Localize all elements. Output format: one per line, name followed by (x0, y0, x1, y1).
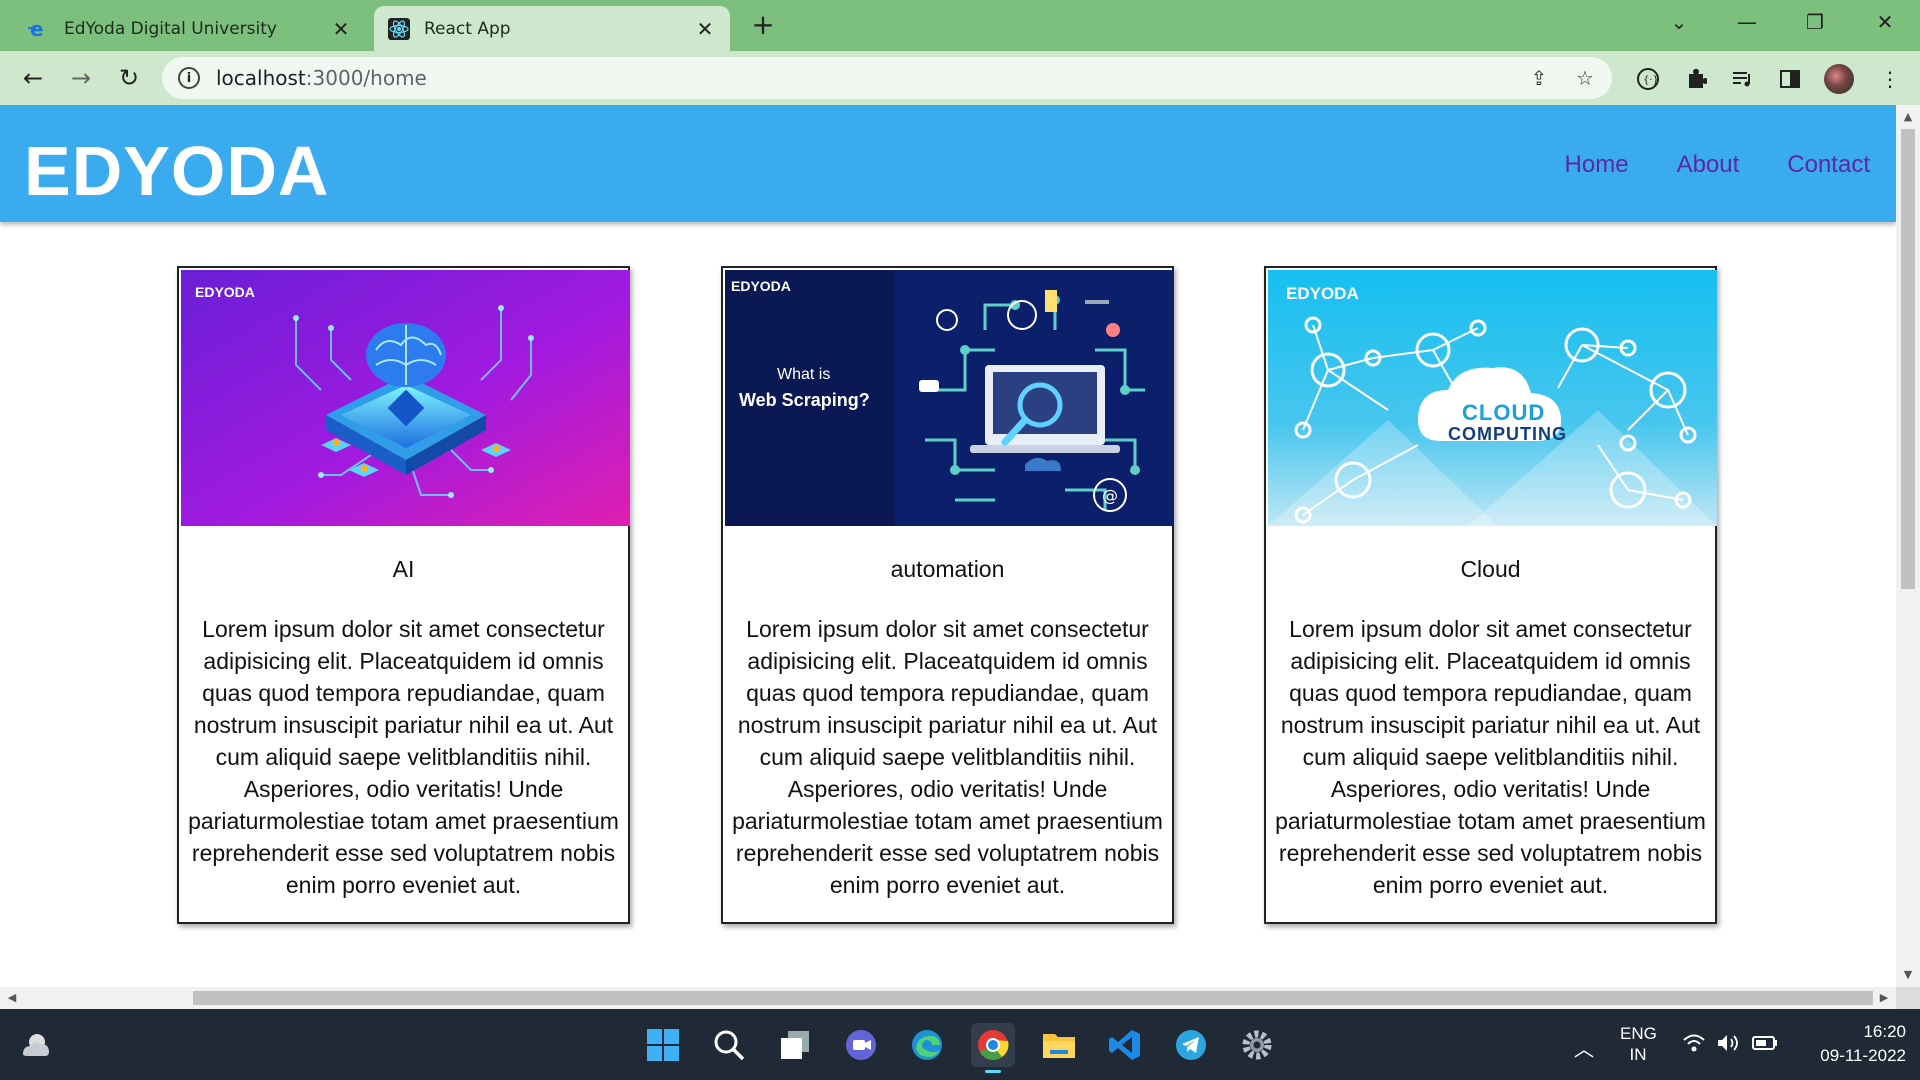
wifi-icon[interactable] (1682, 1033, 1706, 1058)
web-scraping-laptop-illustration-icon: @ EDYODA What is Web Scraping? (725, 270, 1174, 526)
react-favicon-icon (388, 17, 410, 40)
battery-icon[interactable] (1752, 1035, 1778, 1056)
restore-button[interactable]: ❐ (1792, 6, 1838, 38)
search-icon[interactable] (707, 1023, 751, 1067)
profile-avatar[interactable] (1824, 64, 1854, 94)
svg-text:{·}: {·} (1643, 75, 1659, 86)
scroll-right-arrow-icon[interactable]: ▶ (1874, 987, 1894, 1009)
card-title: Cloud (1460, 556, 1521, 582)
vertical-scroll-thumb[interactable] (1901, 129, 1915, 589)
card-image-brand-tag: EDYODA (731, 278, 791, 294)
card-image-brand-tag: EDYODA (195, 284, 255, 300)
url-path: :3000/home (305, 66, 427, 90)
start-icon[interactable] (641, 1023, 685, 1067)
tab-react-app[interactable]: React App ✕ (374, 6, 730, 51)
close-window-button[interactable]: ✕ (1862, 6, 1908, 38)
back-arrow-icon[interactable]: ← (16, 61, 50, 95)
vscode-icon[interactable] (1103, 1023, 1147, 1067)
cloud-network-illustration-icon: EDYODA CLOUD COMPUTING (1268, 270, 1717, 526)
more-menu-icon[interactable]: ⋮ (1876, 65, 1904, 93)
puzzle-extensions-icon[interactable] (1682, 65, 1710, 93)
new-tab-button[interactable]: + (748, 10, 778, 40)
close-tab-icon[interactable]: ✕ (330, 17, 352, 41)
card-image-caption-line1: What is (777, 366, 831, 383)
chrome-icon[interactable] (971, 1023, 1015, 1073)
tab-edyoda[interactable]: e EdYoda Digital University ✕ (14, 6, 366, 51)
scroll-left-arrow-icon[interactable]: ◀ (2, 987, 22, 1009)
browser-toolbar: ← → ↻ i localhost:3000/home ⇪ ☆ {·} ⋮ (0, 51, 1920, 105)
telegram-icon[interactable] (1169, 1023, 1213, 1067)
nav-link-about[interactable]: About (1677, 151, 1740, 179)
close-tab-icon[interactable]: ✕ (694, 17, 716, 41)
card-image-caption-line2: Web Scraping? (739, 390, 870, 410)
card-image-caption-line2: COMPUTING (1448, 424, 1567, 444)
site-nav: Home About Contact (1565, 151, 1870, 179)
file-explorer-icon[interactable] (1037, 1023, 1081, 1067)
system-clock[interactable]: 16:20 09-11-2022 (1796, 1020, 1906, 1068)
nav-link-home[interactable]: Home (1565, 151, 1629, 179)
clock-time: 16:20 (1863, 1022, 1906, 1041)
forward-arrow-icon[interactable]: → (64, 61, 98, 95)
volume-icon[interactable] (1716, 1033, 1740, 1058)
input-language-indicator[interactable]: ENG IN (1620, 1023, 1657, 1065)
card-image-caption-line1: CLOUD (1462, 400, 1546, 425)
share-icon[interactable]: ⇪ (1526, 65, 1552, 91)
vertical-scrollbar[interactable]: ▲ ▼ (1896, 105, 1920, 987)
windows-taskbar: ︿ ENG IN 16:20 09-11-2022 (0, 1009, 1920, 1080)
lang-line1: ENG (1620, 1024, 1657, 1043)
scroll-up-arrow-icon[interactable]: ▲ (1896, 107, 1920, 127)
site-header: EDYODA Home About Contact (0, 105, 1896, 222)
horizontal-scroll-thumb[interactable] (193, 991, 1873, 1005)
media-controls-icon[interactable] (1728, 65, 1756, 93)
scroll-down-arrow-icon[interactable]: ▼ (1896, 965, 1920, 985)
clock-date: 09-11-2022 (1820, 1046, 1906, 1065)
edyoda-favicon-icon: e (28, 18, 50, 40)
tab-title: React App (424, 18, 511, 39)
side-panel-icon[interactable] (1776, 65, 1804, 93)
svg-text:@: @ (1102, 486, 1118, 505)
card-body: Lorem ipsum dolor sit amet consectetur a… (1275, 616, 1706, 898)
course-card-automation: @ EDYODA What is Web Scraping? automatio… (721, 266, 1174, 924)
browser-tab-strip: e EdYoda Digital University ✕ React App … (0, 0, 1920, 51)
task-view-icon[interactable] (773, 1023, 817, 1067)
card-body: Lorem ipsum dolor sit amet consectetur a… (188, 616, 619, 898)
course-card-cloud: EDYODA CLOUD COMPUTING Cloud Lorem ipsum… (1264, 266, 1717, 924)
nav-link-contact[interactable]: Contact (1787, 151, 1870, 179)
weather-icon[interactable] (12, 1023, 56, 1067)
scrollbar-corner (1896, 987, 1920, 1009)
edge-icon[interactable] (905, 1023, 949, 1067)
reload-icon[interactable]: ↻ (112, 61, 146, 95)
site-info-icon[interactable]: i (178, 67, 200, 89)
tab-title: EdYoda Digital University (64, 18, 277, 39)
address-bar[interactable]: i localhost:3000/home ⇪ ☆ (162, 57, 1612, 99)
card-title: automation (890, 556, 1005, 582)
page-viewport: EDYODA Home About Contact EDYODA AI Lore… (0, 105, 1896, 987)
url-host: localhost (216, 66, 306, 90)
settings-icon[interactable] (1235, 1023, 1279, 1067)
site-logo[interactable]: EDYODA (24, 131, 329, 211)
card-image-brand-tag: EDYODA (1286, 284, 1359, 303)
active-app-indicator (985, 1070, 1001, 1073)
course-card-ai: EDYODA AI Lorem ipsum dolor sit amet con… (177, 266, 630, 924)
tray-overflow-chevron-icon[interactable]: ︿ (1574, 1033, 1594, 1062)
bookmark-star-icon[interactable]: ☆ (1572, 65, 1598, 91)
horizontal-scrollbar[interactable]: ◀ ▶ (0, 987, 1896, 1009)
ai-brain-chip-illustration-icon: EDYODA (181, 270, 630, 526)
card-title: AI (392, 556, 415, 582)
tab-search-dropdown-icon[interactable]: ⌄ (1656, 6, 1702, 38)
card-body: Lorem ipsum dolor sit amet consectetur a… (732, 616, 1163, 898)
minimize-button[interactable]: — (1724, 6, 1770, 38)
teams-icon[interactable] (839, 1023, 883, 1067)
extension-icon[interactable]: {·} (1634, 65, 1662, 93)
lang-line2: IN (1629, 1045, 1647, 1064)
